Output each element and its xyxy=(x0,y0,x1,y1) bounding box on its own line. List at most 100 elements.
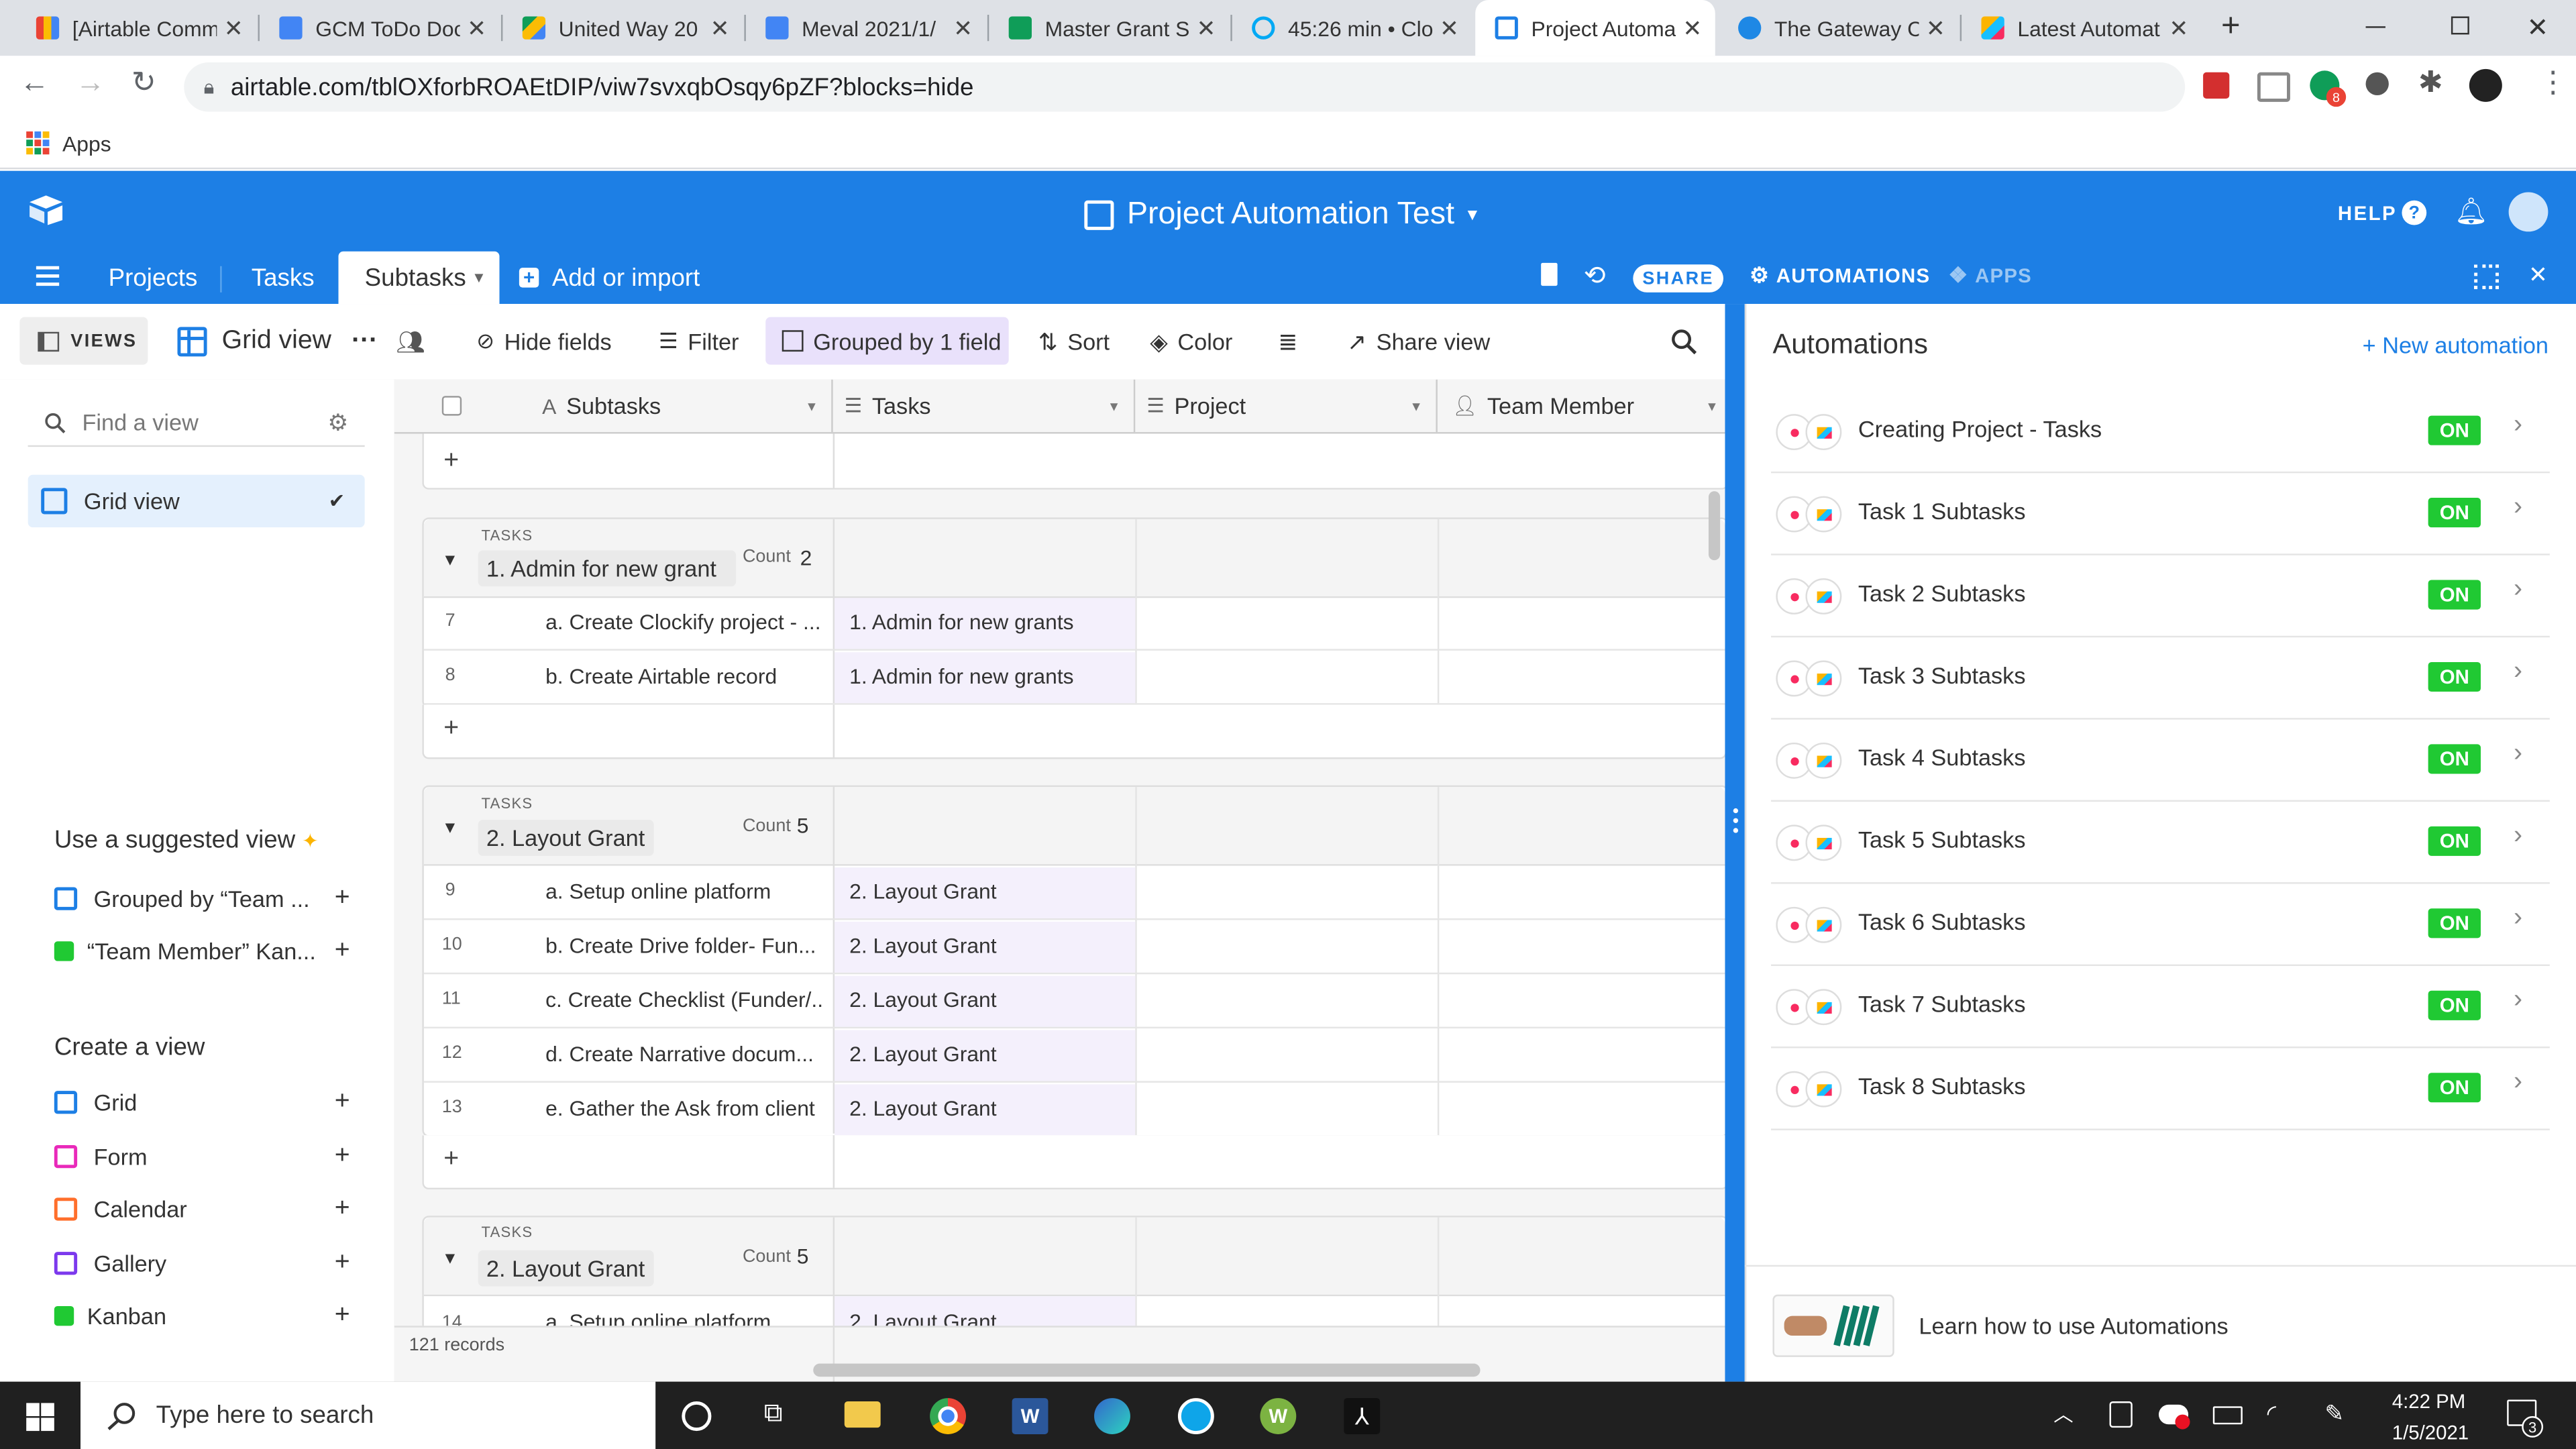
apps-grid-icon[interactable] xyxy=(26,131,50,155)
panel-divider[interactable] xyxy=(1725,304,1745,1382)
close-icon[interactable]: ✕ xyxy=(1440,14,1459,42)
close-icon[interactable]: ✕ xyxy=(1682,14,1702,42)
on-toggle[interactable]: ON xyxy=(2428,580,2481,610)
chevron-right-icon[interactable]: › xyxy=(2514,904,2522,933)
automations-button[interactable]: ⚙ AUTOMATIONS xyxy=(1750,263,1930,289)
plus-icon[interactable]: + xyxy=(335,1194,350,1224)
close-icon[interactable]: ✕ xyxy=(953,14,973,42)
cortana-icon[interactable] xyxy=(682,1401,712,1432)
on-toggle[interactable]: ON xyxy=(2428,1073,2481,1103)
app-icon[interactable] xyxy=(1177,1398,1214,1434)
wifi-icon[interactable]: ◜ xyxy=(2267,1400,2276,1428)
base-title-dropdown[interactable]: Project Automation Test ▼ xyxy=(1084,194,1481,237)
filter-button[interactable]: ☰ Filter xyxy=(659,304,739,380)
plus-icon[interactable]: + xyxy=(335,1248,350,1278)
chevron-right-icon[interactable]: › xyxy=(2514,493,2522,523)
puzzle-icon[interactable]: ✱ xyxy=(2418,66,2443,100)
tasks-cell[interactable]: 2. Layout Grant xyxy=(849,987,996,1012)
chevron-up-icon[interactable]: ︿ xyxy=(2053,1400,2073,1428)
column-header-subtasks[interactable]: A Subtasks ▼ xyxy=(542,379,833,433)
color-button[interactable]: ◈ Color xyxy=(1150,304,1232,380)
close-icon[interactable]: ✕ xyxy=(1197,14,1216,42)
add-or-import-button[interactable]: + Add or import xyxy=(519,252,700,304)
add-record-plus-icon[interactable]: + xyxy=(443,714,459,744)
subtask-cell[interactable]: a. Setup online platform xyxy=(545,879,824,904)
close-icon[interactable]: ✕ xyxy=(710,14,730,42)
subtask-cell[interactable]: b. Create Airtable record xyxy=(545,663,824,688)
help-button[interactable]: HELP xyxy=(2338,202,2397,225)
collapse-group-icon[interactable]: ▼ xyxy=(442,820,458,838)
new-tab-icon[interactable]: + xyxy=(2221,8,2241,46)
on-toggle[interactable]: ON xyxy=(2428,908,2481,938)
apps-button[interactable]: ❖ APPS xyxy=(1949,263,2033,289)
chevron-right-icon[interactable]: › xyxy=(2514,657,2522,687)
on-toggle[interactable]: ON xyxy=(2428,661,2481,692)
help-icon[interactable]: ? xyxy=(2402,200,2427,225)
history-icon[interactable]: ⟲ xyxy=(1584,260,1606,292)
share-button[interactable]: SHARE xyxy=(1633,264,1724,292)
gear-icon[interactable]: ⚙ xyxy=(327,409,348,437)
close-icon[interactable]: ✕ xyxy=(467,14,486,42)
column-header-team-member[interactable]: 👤︎ Team Member ▼ xyxy=(1439,380,1725,432)
task-view-icon[interactable]: ⧉ xyxy=(764,1400,783,1430)
pen-icon[interactable]: ✎ xyxy=(2324,1400,2344,1428)
browser-tab-active[interactable]: Project Automa ✕ xyxy=(1475,0,1715,56)
browser-tab[interactable]: Master Grant S ✕ xyxy=(989,0,1229,56)
close-icon[interactable]: ✕ xyxy=(2169,14,2188,42)
chevron-right-icon[interactable]: › xyxy=(2514,575,2522,604)
on-toggle[interactable]: ON xyxy=(2428,826,2481,856)
create-form-view[interactable]: Form + xyxy=(54,1140,350,1173)
browser-tab[interactable]: 45:26 min • Clo ✕ xyxy=(1232,0,1472,56)
acrobat-icon[interactable]: ⅄ xyxy=(1344,1398,1381,1434)
create-grid-view[interactable]: Grid + xyxy=(54,1086,350,1119)
subtask-cell[interactable]: d. Create Narrative docum... xyxy=(545,1042,824,1067)
browser-tab[interactable]: Meval 2021/1/✕ xyxy=(746,0,986,56)
subtask-cell[interactable]: a. Create Clockify project - ... xyxy=(545,610,824,635)
on-toggle[interactable]: ON xyxy=(2428,415,2481,445)
bookmark-apps[interactable]: Apps xyxy=(62,131,111,156)
tab-tasks[interactable]: Tasks xyxy=(252,252,315,304)
tasks-cell[interactable]: 1. Admin for new grants xyxy=(849,663,1073,688)
file-explorer-icon[interactable] xyxy=(844,1401,881,1428)
tab-subtasks[interactable]: Subtasks ▼ xyxy=(338,251,500,305)
suggested-view-kanban[interactable]: “Team Member” Kan... + xyxy=(54,934,350,967)
extension-icon[interactable] xyxy=(2257,72,2290,102)
tasks-cell[interactable]: 2. Layout Grant xyxy=(849,1042,996,1067)
row-height-icon[interactable]: ≣ xyxy=(1278,304,1297,380)
plus-icon[interactable]: + xyxy=(335,1142,350,1171)
chevron-right-icon[interactable]: › xyxy=(2514,411,2522,440)
select-all-checkbox[interactable] xyxy=(441,396,462,416)
plus-icon[interactable]: + xyxy=(335,884,350,914)
drag-handle-icon[interactable] xyxy=(1733,808,1739,814)
sort-button[interactable]: ⇅ Sort xyxy=(1038,304,1110,380)
notification-bell-icon[interactable]: 🔔︎ xyxy=(2455,195,2488,228)
clock-time[interactable]: 4:22 PM xyxy=(2392,1390,2465,1413)
tasks-cell[interactable]: 1. Admin for new grants xyxy=(849,610,1073,635)
close-icon[interactable]: ✕ xyxy=(1926,14,1945,42)
add-record-plus-icon[interactable]: + xyxy=(443,447,459,476)
device-icon[interactable] xyxy=(2109,1401,2133,1428)
battery-icon[interactable] xyxy=(2212,1406,2243,1425)
trash-icon[interactable] xyxy=(1541,262,1558,286)
airtable-logo-icon[interactable] xyxy=(26,194,66,227)
minimize-icon[interactable] xyxy=(2365,26,2385,28)
views-toggle-button[interactable]: VIEWS xyxy=(19,317,148,365)
browser-tab[interactable]: Latest Automat ✕ xyxy=(1962,0,2202,56)
chevron-right-icon[interactable]: › xyxy=(2514,822,2522,851)
horizontal-scrollbar[interactable] xyxy=(813,1363,1481,1377)
menu-icon[interactable]: ⋮ xyxy=(2538,66,2568,100)
current-view-button[interactable]: Grid view xyxy=(177,304,331,380)
user-avatar[interactable] xyxy=(2508,192,2548,232)
window-close-icon[interactable]: ✕ xyxy=(2527,11,2549,44)
tasks-cell[interactable]: 2. Layout Grant xyxy=(849,879,996,904)
address-bar[interactable]: 🔒︎ airtable.com/tblOXforbROAEtDIP/viw7sv… xyxy=(184,62,2186,112)
tasks-cell[interactable]: 2. Layout Grant xyxy=(849,1095,996,1120)
subtask-cell[interactable]: e. Gather the Ask from client xyxy=(545,1095,824,1120)
browser-tab[interactable]: [Airtable Comm ✕ xyxy=(16,0,256,56)
search-icon[interactable] xyxy=(1671,304,1697,380)
back-icon[interactable]: ← xyxy=(19,66,49,100)
find-view-input[interactable]: Find a view xyxy=(82,409,198,435)
hide-fields-button[interactable]: ⊘ Hide fields xyxy=(476,304,612,380)
create-gallery-view[interactable]: Gallery + xyxy=(54,1247,350,1280)
forward-icon[interactable]: → xyxy=(76,66,105,100)
